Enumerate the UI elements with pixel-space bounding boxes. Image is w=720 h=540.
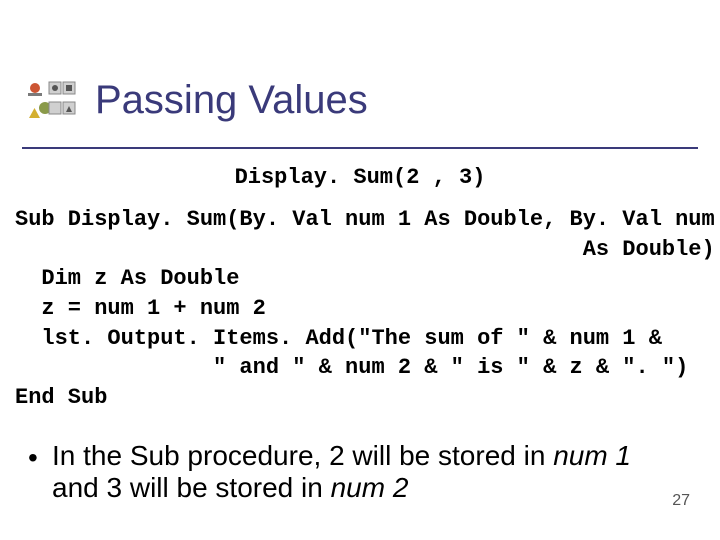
- code-block: Sub Display. Sum(By. Val num 1 As Double…: [15, 205, 705, 413]
- code-line: lst. Output. Items. Add("The sum of " & …: [15, 326, 662, 351]
- code-call-line: Display. Sum(2 , 3): [0, 165, 720, 190]
- slide: Passing Values Display. Sum(2 , 3) Sub D…: [0, 0, 720, 540]
- code-line: End Sub: [15, 385, 107, 410]
- code-line: As Double): [15, 237, 715, 262]
- slide-title: Passing Values: [95, 78, 368, 123]
- bullet-item: • In the Sub procedure, 2 will be stored…: [28, 440, 680, 504]
- bullet-dot-icon: •: [28, 442, 38, 474]
- code-line: Sub Display. Sum(By. Val num 1 As Double…: [15, 207, 720, 232]
- bullet-text-part: and 3 will be stored in: [52, 472, 331, 503]
- slide-logo-icon: [22, 80, 77, 135]
- bullet-text-part: In the Sub procedure, 2 will be stored i…: [52, 440, 553, 471]
- code-line: z = num 1 + num 2: [15, 296, 266, 321]
- bullet-text: In the Sub procedure, 2 will be stored i…: [52, 440, 680, 504]
- page-number: 27: [672, 492, 690, 510]
- bullet-em: num 2: [331, 472, 409, 503]
- bullet-em: num 1: [553, 440, 631, 471]
- title-underline: [22, 147, 698, 149]
- code-line: Dim z As Double: [15, 266, 239, 291]
- code-line: " and " & num 2 & " is " & z & ". "): [15, 355, 688, 380]
